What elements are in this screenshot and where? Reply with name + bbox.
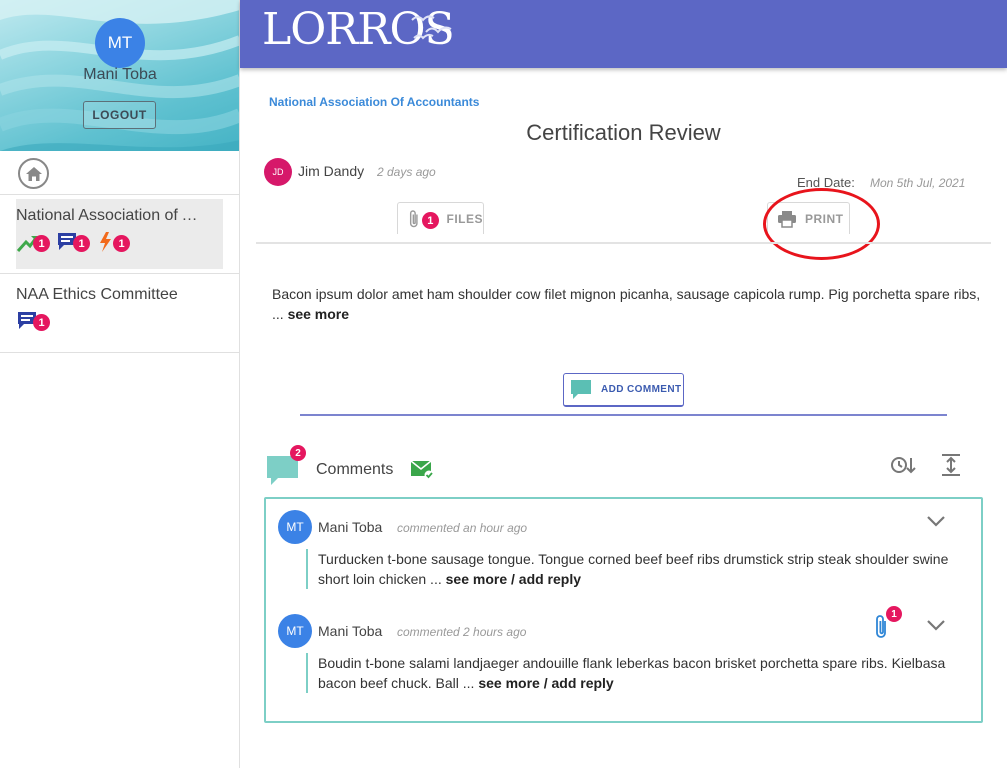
see-more-reply-link[interactable]: see more / add reply [446, 571, 581, 587]
attachment-count-badge: 1 [886, 606, 902, 622]
sort-by-time-icon[interactable] [890, 454, 916, 476]
comments-list: MT Mani Toba commented an hour ago Turdu… [264, 497, 983, 723]
add-comment-label: ADD COMMENT [601, 384, 682, 395]
comment-timestamp: commented an hour ago [397, 521, 528, 535]
tab-divider [256, 242, 991, 244]
print-button[interactable]: PRINT [767, 202, 850, 234]
post-timestamp: 2 days ago [377, 165, 436, 179]
printer-icon [778, 210, 796, 228]
comment-icon [571, 379, 591, 399]
expand-all-icon[interactable] [940, 453, 962, 477]
end-date-value: Mon 5th Jul, 2021 [870, 176, 966, 190]
user-name: Mani Toba [83, 66, 157, 83]
comment-timestamp: commented 2 hours ago [397, 625, 527, 639]
files-label: FILES [446, 211, 483, 226]
author-avatar[interactable]: JD [264, 158, 292, 186]
mail-check-icon[interactable] [410, 459, 434, 479]
sidebar-item-naa[interactable]: National Association of Accountants 1 1 … [0, 195, 239, 274]
chevron-down-icon[interactable] [924, 511, 948, 531]
page-title: Certification Review [526, 120, 721, 145]
post-body: Bacon ipsum dolor amet ham shoulder cow … [272, 284, 982, 324]
files-count-badge: 1 [422, 212, 439, 229]
sidebar-item-label: National Association of Accountants [16, 207, 206, 224]
profile-panel: MT Mani Toba LOGOUT [0, 0, 239, 151]
see-more-link[interactable]: see more [288, 306, 349, 322]
comment-body: Boudin t-bone salami landjaeger andouill… [306, 653, 971, 693]
comment-body: Turducken t-bone sausage tongue. Tongue … [306, 549, 971, 589]
home-icon[interactable] [18, 158, 49, 189]
comments-heading: Comments [316, 461, 394, 478]
sidebar-item-ethics[interactable]: NAA Ethics Committee 1 [0, 274, 239, 353]
logout-button[interactable]: LOGOUT [83, 101, 156, 129]
commenter-name: Mani Toba [318, 519, 383, 535]
comments-bubble-icon: 2 [266, 445, 306, 491]
notification-badge: 1 [73, 235, 90, 252]
commenter-avatar[interactable]: MT [278, 614, 312, 648]
home-row [0, 151, 239, 195]
commenter-name: Mani Toba [318, 623, 383, 639]
commenter-avatar[interactable]: MT [278, 510, 312, 544]
lightning-icon[interactable]: 1 [96, 231, 132, 255]
sidebar-item-label: NAA Ethics Committee [16, 286, 178, 303]
org-breadcrumb-link[interactable]: National Association Of Accountants [269, 95, 479, 109]
attachment-paperclip-icon[interactable]: 1 [874, 606, 902, 645]
paperclip-icon [409, 209, 418, 227]
add-comment-button[interactable]: ADD COMMENT [563, 373, 684, 407]
birds-logo-icon [411, 15, 452, 40]
notification-badge: 1 [113, 235, 130, 252]
comment-text: Boudin t-bone salami landjaeger andouill… [318, 655, 946, 691]
notification-badge: 1 [33, 314, 50, 331]
notification-badge: 1 [33, 235, 50, 252]
chat-icon[interactable]: 1 [56, 231, 92, 255]
comment-divider [300, 414, 947, 416]
comment-text: Turducken t-bone sausage tongue. Tongue … [318, 551, 949, 587]
files-button[interactable]: 1 FILES [397, 202, 484, 234]
end-date-label: End Date: [797, 175, 855, 190]
post-body-text: Bacon ipsum dolor amet ham shoulder cow … [272, 286, 981, 322]
chat-icon[interactable]: 1 [16, 310, 52, 334]
chevron-down-icon[interactable] [924, 615, 948, 635]
print-label: PRINT [805, 211, 844, 226]
sidebar: MT Mani Toba LOGOUT National Association… [0, 0, 240, 768]
user-avatar[interactable]: MT [95, 18, 145, 68]
see-more-reply-link[interactable]: see more / add reply [478, 675, 613, 691]
top-header: LORROS [240, 0, 1007, 68]
author-name: Jim Dandy [298, 163, 365, 179]
main-content: National Association Of Accountants Cert… [240, 68, 1007, 768]
comments-count-badge: 2 [290, 445, 306, 461]
trend-up-icon[interactable]: 1 [16, 231, 52, 255]
